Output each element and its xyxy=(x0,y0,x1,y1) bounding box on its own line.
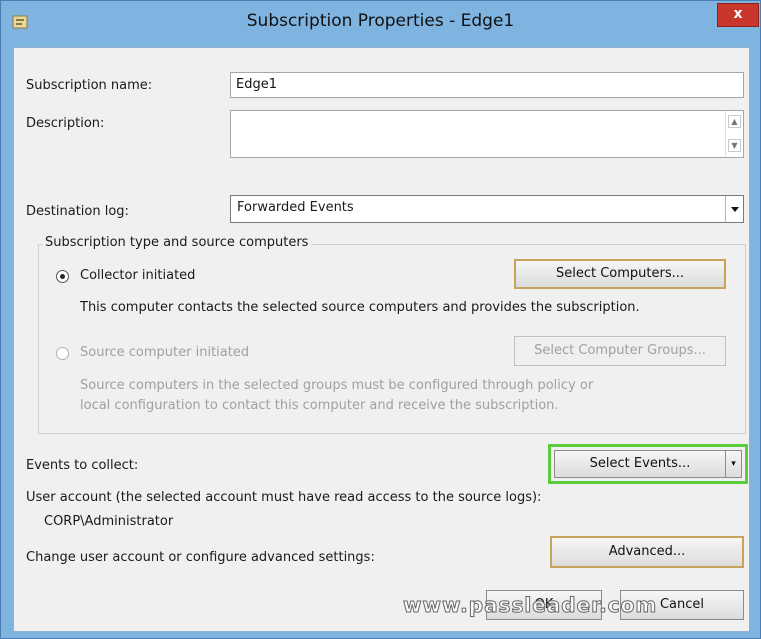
source-initiated-radio[interactable] xyxy=(56,347,69,360)
select-events-label: Select Events... xyxy=(589,456,691,471)
source-initiated-label[interactable]: Source computer initiated xyxy=(80,345,249,360)
destination-log-label: Destination log: xyxy=(26,204,129,219)
destination-log-select[interactable]: Forwarded Events xyxy=(230,195,744,223)
select-computer-groups-button[interactable]: Select Computer Groups... xyxy=(514,336,726,366)
description-scrollbar[interactable]: ▲ ▼ xyxy=(725,111,743,157)
subscription-type-group-title: Subscription type and source computers xyxy=(42,235,312,250)
description-field[interactable]: ▲ ▼ xyxy=(230,110,744,158)
user-account-value: CORP\Administrator xyxy=(44,514,174,529)
close-icon: x xyxy=(733,6,743,22)
watermark-text: www.passleader.com xyxy=(402,593,658,618)
destination-log-value: Forwarded Events xyxy=(237,200,354,215)
events-to-collect-label: Events to collect: xyxy=(26,458,139,473)
dropdown-arrow-icon[interactable] xyxy=(725,196,743,222)
advanced-button[interactable]: Advanced... xyxy=(550,536,744,568)
user-account-label: User account (the selected account must … xyxy=(26,490,542,505)
collector-initiated-description: This computer contacts the selected sour… xyxy=(80,300,640,315)
select-computers-button[interactable]: Select Computers... xyxy=(514,259,726,289)
select-events-button[interactable]: Select Events... ▾ xyxy=(554,450,742,478)
dialog-window: Subscription Properties - Edge1 x Subscr… xyxy=(0,0,761,639)
dialog-client-area: Subscription name: Edge1 Description: ▲ … xyxy=(13,47,750,632)
collector-initiated-label[interactable]: Collector initiated xyxy=(80,268,195,283)
window-title: Subscription Properties - Edge1 xyxy=(246,11,515,31)
close-button[interactable]: x xyxy=(717,3,759,27)
subscription-name-field[interactable]: Edge1 xyxy=(230,72,744,98)
split-arrow-icon[interactable]: ▾ xyxy=(725,451,741,477)
advanced-settings-label: Change user account or configure advance… xyxy=(26,550,375,565)
description-label: Description: xyxy=(26,116,105,131)
source-initiated-description-line2: local configuration to contact this comp… xyxy=(80,398,559,413)
title-bar[interactable]: Subscription Properties - Edge1 x xyxy=(1,1,760,45)
source-initiated-description-line1: Source computers in the selected groups … xyxy=(80,378,594,393)
subscription-name-label: Subscription name: xyxy=(26,78,153,93)
scroll-down-icon[interactable]: ▼ xyxy=(728,139,741,152)
scroll-up-icon[interactable]: ▲ xyxy=(728,115,741,128)
collector-initiated-radio[interactable] xyxy=(56,270,69,283)
